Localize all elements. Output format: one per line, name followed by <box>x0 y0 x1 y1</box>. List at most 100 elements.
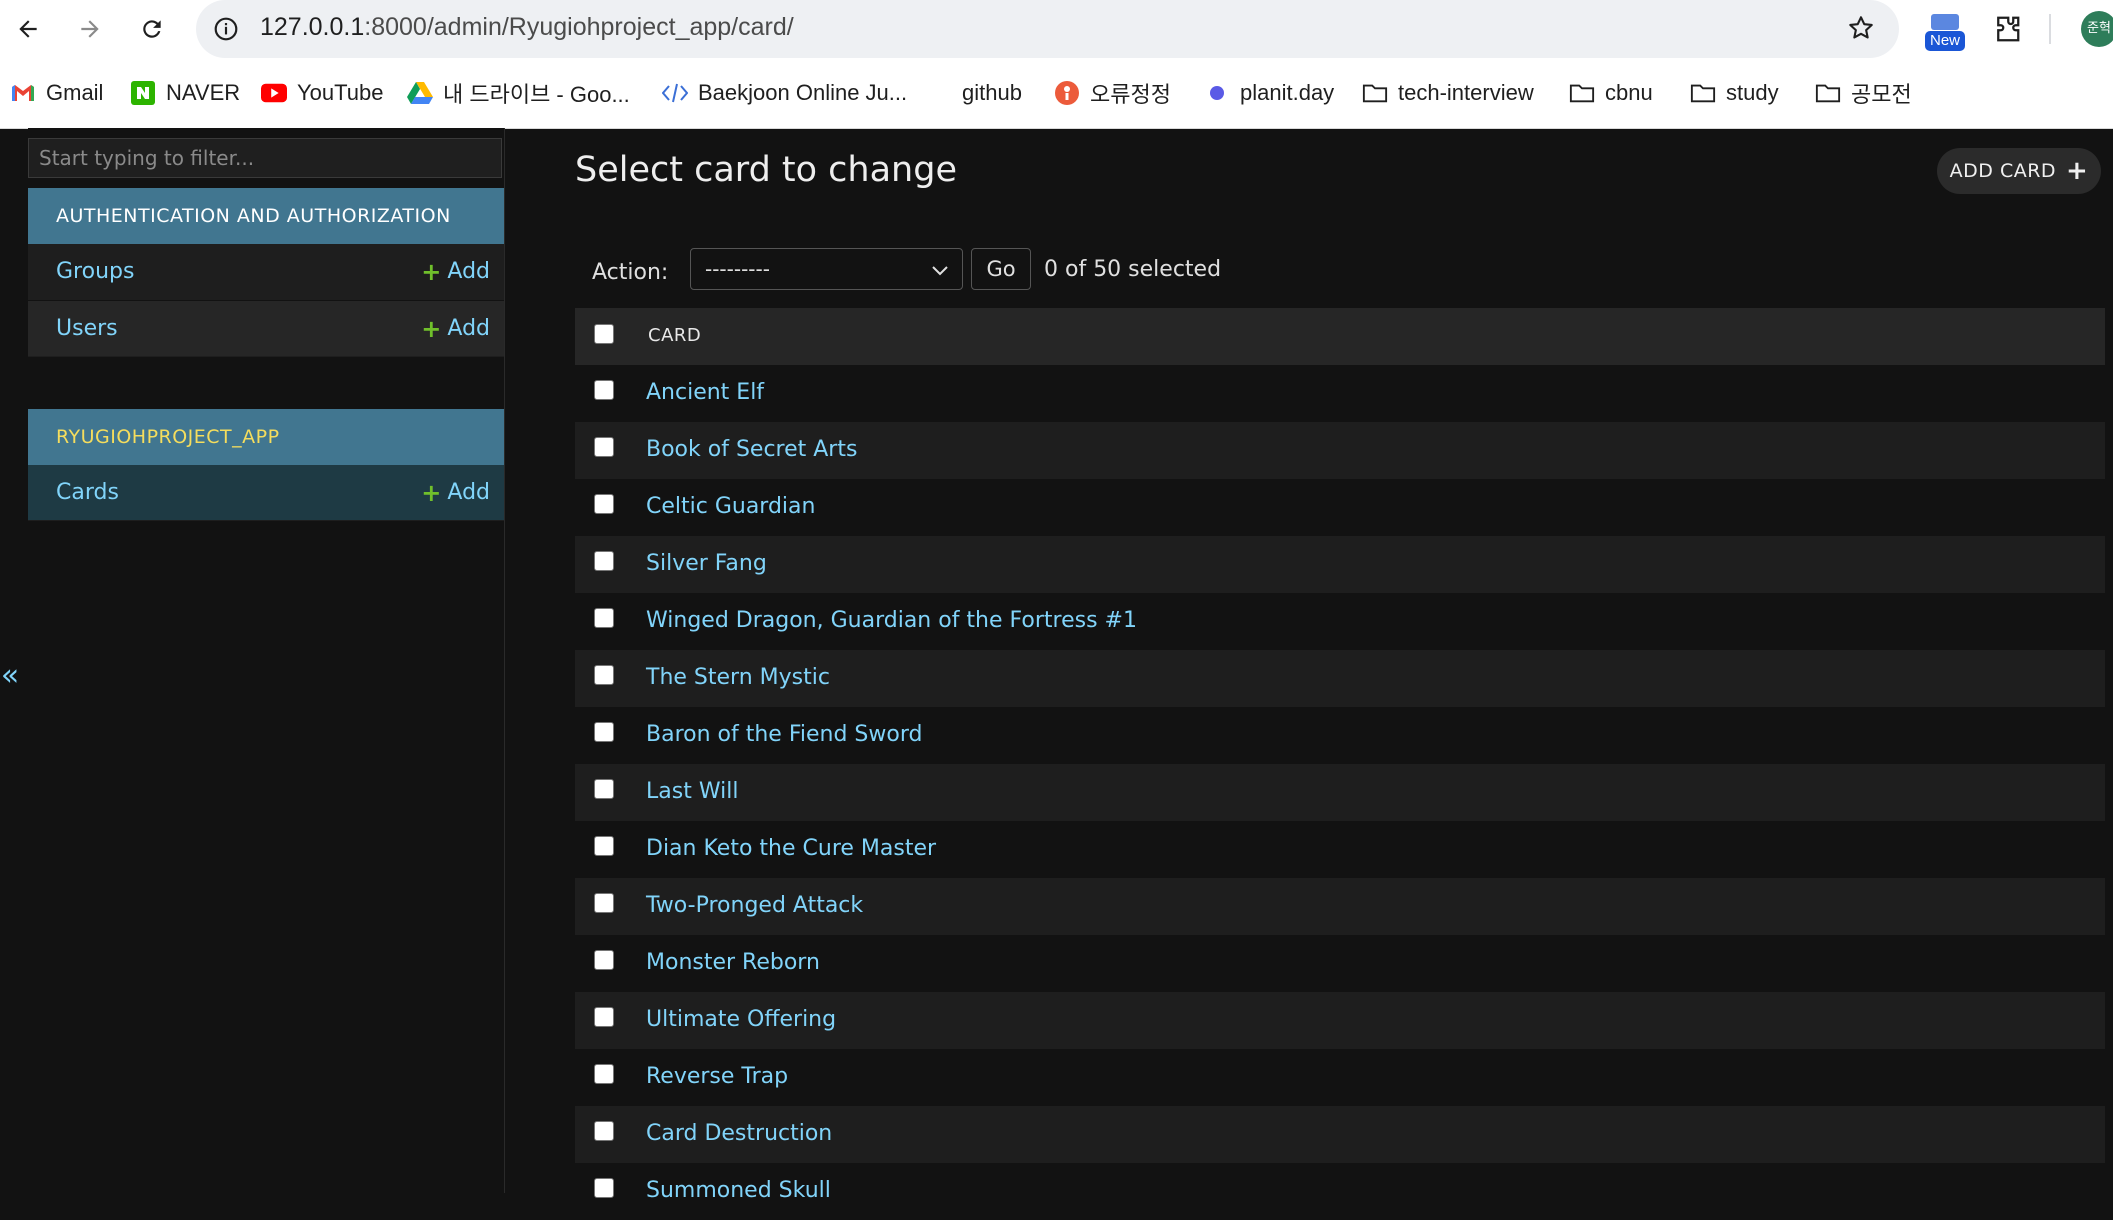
bookmark-folder-tech-interview[interactable]: tech-interview <box>1362 76 1534 110</box>
sidebar-item-users: Users + Add <box>28 301 504 357</box>
row-checkbox[interactable] <box>594 836 614 856</box>
groups-add-link[interactable]: + Add <box>421 258 490 286</box>
chevron-down-icon <box>932 257 948 281</box>
profile-avatar[interactable]: 준혁 <box>2081 11 2113 47</box>
bookmark-folder-contest[interactable]: 공모전 <box>1815 76 1912 110</box>
module-header-app[interactable]: RYUGIOHPROJECT_APP <box>28 409 504 465</box>
bookmark-label: YouTube <box>297 80 384 105</box>
extensions-icon[interactable] <box>1990 11 2024 47</box>
bookmark-label: study <box>1726 80 1779 105</box>
cards-add-link[interactable]: + Add <box>421 479 490 507</box>
card-link[interactable]: Winged Dragon, Guardian of the Fortress … <box>646 608 1137 633</box>
cards-link[interactable]: Cards <box>56 480 119 505</box>
new-tab-feature-icon[interactable]: New <box>1921 11 1969 51</box>
reload-icon[interactable] <box>132 9 172 49</box>
bookmark-folder-study[interactable]: study <box>1690 76 1779 110</box>
site-info-icon[interactable] <box>211 14 241 44</box>
card-link[interactable]: Dian Keto the Cure Master <box>646 836 936 861</box>
row-checkbox[interactable] <box>594 551 614 571</box>
row-checkbox[interactable] <box>594 1007 614 1027</box>
row-checkbox[interactable] <box>594 1121 614 1141</box>
bookmark-google-drive[interactable]: 내 드라이브 - Goo... <box>407 76 630 110</box>
bookmark-planit[interactable]: planit.day <box>1204 76 1334 110</box>
card-link[interactable]: The Stern Mystic <box>646 665 830 690</box>
card-link[interactable]: Baron of the Fiend Sword <box>646 722 922 747</box>
row-checkbox[interactable] <box>594 494 614 514</box>
folder-icon <box>1569 80 1595 106</box>
table-row: The Stern Mystic <box>575 650 2105 707</box>
card-link[interactable]: Book of Secret Arts <box>646 437 857 462</box>
folder-icon <box>1690 80 1716 106</box>
table-row: Book of Secret Arts <box>575 422 2105 479</box>
nav-filter-input[interactable] <box>28 138 502 178</box>
users-link[interactable]: Users <box>56 316 118 341</box>
card-link[interactable]: Reverse Trap <box>646 1064 788 1089</box>
google-drive-icon <box>407 80 433 106</box>
action-selected-value: --------- <box>705 257 770 281</box>
module-title: RYUGIOHPROJECT_APP <box>56 426 280 448</box>
sidebar-item-cards: Cards + Add <box>28 465 504 521</box>
action-select[interactable]: --------- <box>690 248 963 290</box>
bookmark-error-correction[interactable]: 오류정정 <box>1054 76 1171 110</box>
action-bar: Action: --------- Go 0 of 50 selected <box>575 248 2105 298</box>
bookmark-naver[interactable]: NAVER <box>130 76 240 110</box>
bookmark-folder-cbnu[interactable]: cbnu <box>1569 76 1653 110</box>
row-checkbox[interactable] <box>594 950 614 970</box>
table-row: Dian Keto the Cure Master <box>575 821 2105 878</box>
table-row: Silver Fang <box>575 536 2105 593</box>
action-label: Action: <box>592 260 669 285</box>
bookmark-label: 오류정정 <box>1090 82 1171 107</box>
browser-toolbar: 127.0.0.1:8000/admin/Ryugiohproject_app/… <box>0 0 2113 58</box>
table-row: Last Will <box>575 764 2105 821</box>
add-card-button[interactable]: ADD CARD + <box>1937 148 2101 194</box>
bookmarks-bar: Gmail NAVER YouTube 내 드라이브 - Goo... Baek… <box>0 58 2113 129</box>
add-label: Add <box>447 480 490 505</box>
naver-icon <box>130 80 156 106</box>
card-link[interactable]: Summoned Skull <box>646 1178 831 1203</box>
youtube-icon <box>261 80 287 106</box>
go-button[interactable]: Go <box>971 248 1031 290</box>
module-header-auth[interactable]: AUTHENTICATION AND AUTHORIZATION <box>28 188 504 244</box>
card-link[interactable]: Ancient Elf <box>646 380 764 405</box>
orange-circle-icon <box>1054 80 1080 106</box>
card-link[interactable]: Last Will <box>646 779 738 804</box>
row-checkbox[interactable] <box>594 608 614 628</box>
bookmark-star-icon[interactable] <box>1845 12 1877 44</box>
card-link[interactable]: Card Destruction <box>646 1121 832 1146</box>
row-checkbox[interactable] <box>594 893 614 913</box>
table-row: Ultimate Offering <box>575 992 2105 1049</box>
folder-icon <box>1815 80 1841 106</box>
bookmark-baekjoon[interactable]: Baekjoon Online Ju... <box>662 76 907 110</box>
groups-link[interactable]: Groups <box>56 259 134 284</box>
card-link[interactable]: Silver Fang <box>646 551 767 576</box>
row-checkbox[interactable] <box>594 1178 614 1198</box>
card-link[interactable]: Two-Pronged Attack <box>646 893 863 918</box>
card-link[interactable]: Ultimate Offering <box>646 1007 836 1032</box>
bookmark-label: cbnu <box>1605 80 1653 105</box>
row-checkbox[interactable] <box>594 380 614 400</box>
add-label: Add <box>447 259 490 284</box>
forward-icon[interactable] <box>70 9 110 49</box>
code-icon <box>662 80 688 106</box>
table-row: Celtic Guardian <box>575 479 2105 536</box>
row-checkbox[interactable] <box>594 437 614 457</box>
back-icon[interactable] <box>8 9 48 49</box>
add-card-label: ADD CARD <box>1949 160 2057 182</box>
bookmark-youtube[interactable]: YouTube <box>261 76 383 110</box>
card-link[interactable]: Monster Reborn <box>646 950 820 975</box>
users-add-link[interactable]: + Add <box>421 315 490 343</box>
table-header: CARD <box>575 308 2105 365</box>
select-all-checkbox[interactable] <box>594 324 614 344</box>
bookmark-gmail[interactable]: Gmail <box>10 76 103 110</box>
sidebar-collapse-toggle[interactable]: « <box>0 658 20 694</box>
bookmark-github[interactable]: github <box>962 76 1022 110</box>
selection-counter: 0 of 50 selected <box>1044 257 1222 282</box>
address-bar[interactable]: 127.0.0.1:8000/admin/Ryugiohproject_app/… <box>196 0 1899 58</box>
row-checkbox[interactable] <box>594 779 614 799</box>
row-checkbox[interactable] <box>594 665 614 685</box>
column-header-card[interactable]: CARD <box>648 325 701 346</box>
card-link[interactable]: Celtic Guardian <box>646 494 815 519</box>
row-checkbox[interactable] <box>594 722 614 742</box>
row-checkbox[interactable] <box>594 1064 614 1084</box>
plus-icon: + <box>421 478 442 507</box>
